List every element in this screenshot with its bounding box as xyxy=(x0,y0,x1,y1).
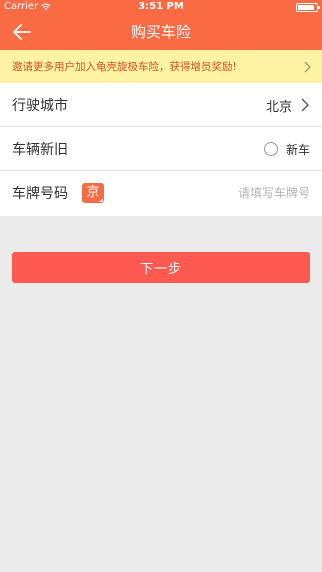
city-label: 行驶城市 xyxy=(12,98,68,114)
chevron-right-icon xyxy=(304,61,311,72)
status-time: 3:51 PM xyxy=(138,1,184,12)
battery-icon xyxy=(296,3,320,12)
app-header: Carrier 3:51 PM 购买车险 xyxy=(0,0,322,50)
arrow-left-icon xyxy=(13,24,31,40)
plate-row: 车牌号码 京 xyxy=(0,171,322,215)
vehicle-age-label: 车辆新旧 xyxy=(12,142,68,158)
insurance-form: 行驶城市 北京 车辆新旧 新车 车牌号码 京 xyxy=(0,83,322,216)
vehicle-age-row: 车辆新旧 新车 xyxy=(0,127,322,171)
new-car-radio[interactable] xyxy=(263,142,278,156)
city-selector[interactable]: 北京 xyxy=(266,96,310,115)
city-row[interactable]: 行驶城市 北京 xyxy=(0,83,322,127)
new-car-label: 新车 xyxy=(285,142,310,157)
next-step-button[interactable]: 下一步 xyxy=(12,252,310,283)
page-title: 购买车险 xyxy=(130,23,191,41)
plate-number-input[interactable] xyxy=(170,186,310,200)
chevron-right-icon xyxy=(301,98,309,112)
plate-province-selector[interactable]: 京 xyxy=(82,183,104,203)
invite-notice-banner[interactable]: 邀请更多用户加入龟壳旋极车险，获得增员奖励! xyxy=(0,50,322,83)
back-button[interactable] xyxy=(10,20,34,44)
notice-text: 邀请更多用户加入龟壳旋极车险，获得增员奖励! xyxy=(12,61,237,73)
battery-fill xyxy=(298,5,314,10)
status-bar: Carrier 3:51 PM xyxy=(0,0,322,14)
new-car-option[interactable]: 新车 xyxy=(263,141,310,158)
plate-label: 车牌号码 xyxy=(12,186,68,202)
city-value: 北京 xyxy=(265,99,292,115)
